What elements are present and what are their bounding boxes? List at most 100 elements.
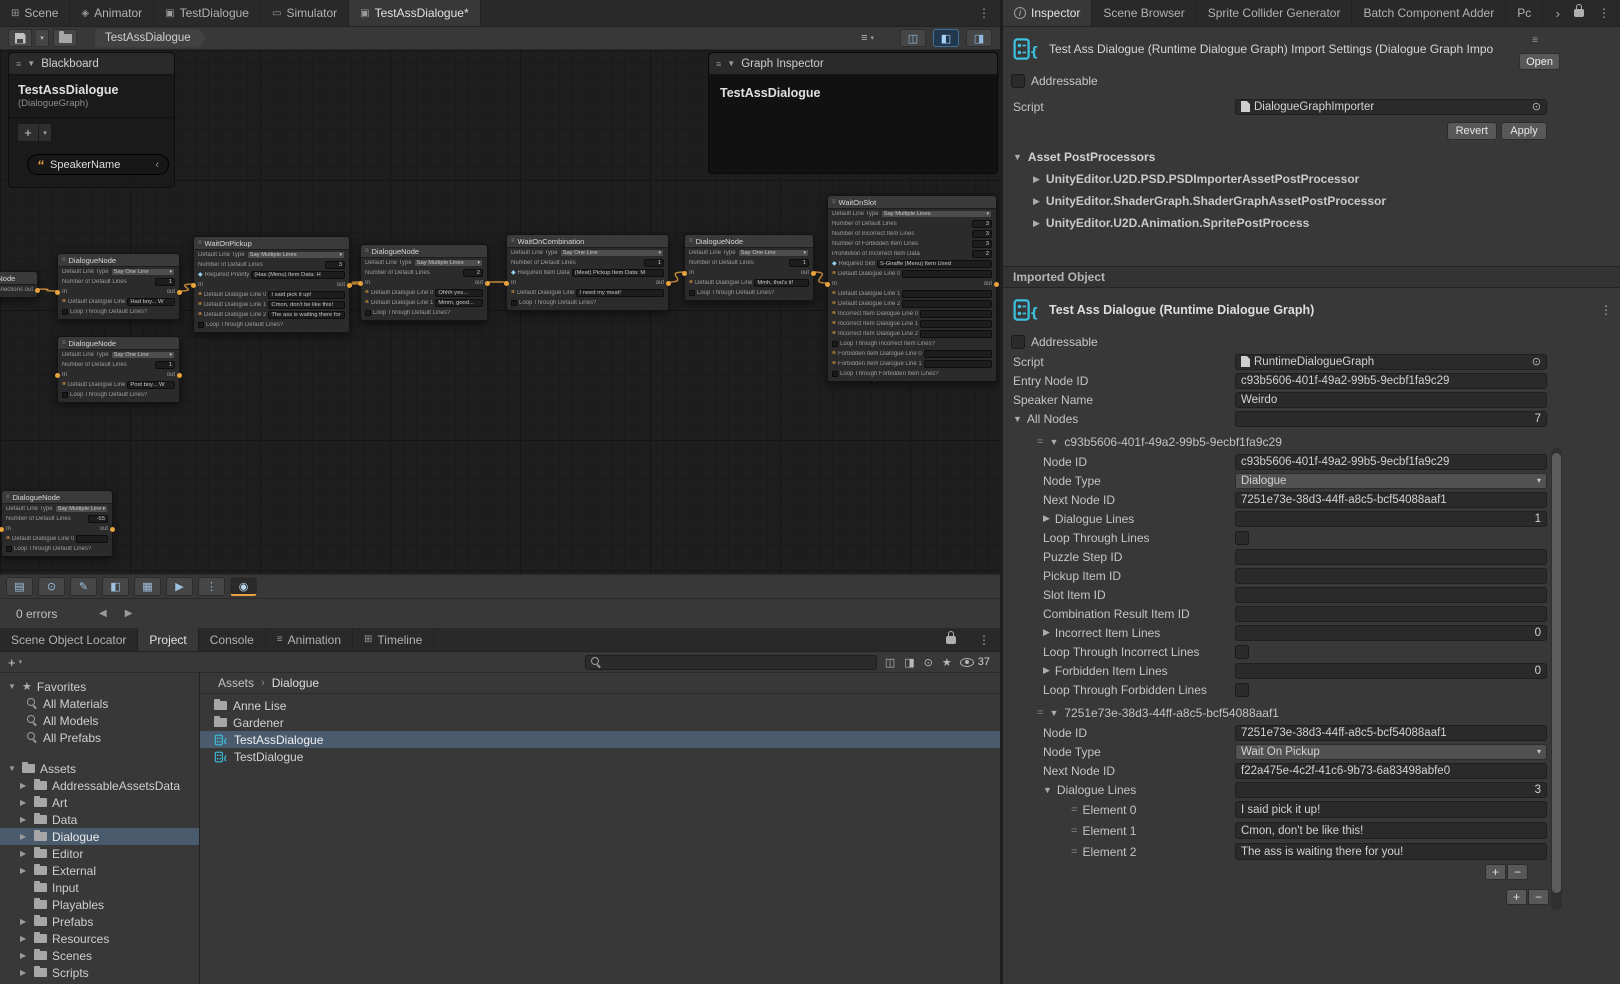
asset-gardener[interactable]: Gardener [200,714,1000,731]
text-field[interactable] [1235,587,1547,603]
scrollbar[interactable] [1551,448,1562,910]
node-menu-icon[interactable]: ≡ [6,494,10,500]
postprocessors-foldout[interactable]: ▼ Asset PostProcessors [1003,146,1620,168]
checkbox[interactable] [62,309,68,315]
script-object-field[interactable]: DialogueGraphImporter ⊙ [1235,99,1547,115]
node-text-field[interactable] [902,300,992,308]
folder-item-scripts[interactable]: ▶Scripts [0,964,199,981]
input-port-icon[interactable] [358,281,363,286]
text-field[interactable]: 7251e73e-38d3-44ff-a8c5-bcf54088aaf1 [1235,492,1547,508]
foldout-arrow-icon[interactable]: ▼ [1013,414,1022,424]
add-element-button[interactable]: + [1506,889,1527,905]
node-menu-icon[interactable]: ≡ [511,238,515,244]
checkbox[interactable] [1235,531,1249,545]
node-text-field[interactable]: Ohhh yes... [435,289,483,297]
asset-testdialogue[interactable]: {}TestDialogue [200,748,1000,765]
favorite-item-all-materials[interactable]: All Materials [0,695,199,712]
output-port-icon[interactable] [177,290,182,295]
node-menu-icon[interactable]: ≡ [832,199,836,205]
text-field[interactable]: c93b5606-401f-49a2-99b5-9ecbf1fa9c29 [1235,373,1547,389]
node-dropdown[interactable]: Say Multiple Lines▾ [881,210,992,218]
graph-node-dialoguenode[interactable]: ≡DialogueNodeDefault Line TypeSay One Li… [57,336,180,403]
tab-bar-menu-icon[interactable]: ⋮ [968,0,1000,26]
node-text-field[interactable]: Mmh, that's it! [754,279,809,287]
window-icon[interactable]: ◧ [102,577,129,596]
expand-property-icon[interactable]: ‹ [155,159,159,171]
checkbox[interactable] [832,371,838,377]
node-dropdown[interactable]: Say Multiple Lines▾ [55,505,108,513]
text-field[interactable] [1235,568,1547,584]
drag-handle-icon[interactable]: = [1071,846,1077,858]
asset-testassdialogue[interactable]: {}TestAssDialogue [200,731,1000,748]
postprocessor-unityeditor-u2d-animation-spritepostprocess[interactable]: ▶UnityEditor.U2D.Animation.SpritePostPro… [1003,212,1620,234]
favorites-section[interactable]: ▼ ★ Favorites [0,678,199,695]
graph-inspector-header[interactable]: ≡ ▼ Graph Inspector [709,53,997,75]
node-menu-icon[interactable]: ≡ [198,240,202,246]
folder-item-playables[interactable]: Playables [0,896,199,913]
info-view-icon[interactable]: ⊙ [38,577,65,596]
minimap-toggle-icon[interactable]: ◫ [900,29,926,47]
node-group-c93b5606-401f-49a2-99b5-9ecbf1fa9c29[interactable]: =▼c93b5606-401f-49a2-99b5-9ecbf1fa9c29 [1003,432,1620,452]
foldout-arrow-icon[interactable]: ▶ [20,917,29,926]
add-property-dropdown[interactable]: ▾ [39,123,52,142]
graph-canvas[interactable]: ≡StartNodeNext Node Connections out≡Dial… [0,50,1000,574]
asset-anne-lise[interactable]: Anne Lise [200,697,1000,714]
graph-breadcrumb[interactable]: TestAssDialogue [95,29,207,48]
checkbox[interactable] [1235,645,1249,659]
input-port-icon[interactable] [55,373,60,378]
drag-handle-icon[interactable]: = [1037,436,1043,448]
node-text-field[interactable] [76,535,108,543]
object-field[interactable]: RuntimeDialogueGraph⊙ [1235,354,1547,370]
node-dropdown[interactable]: Say One Line▾ [111,351,175,359]
input-port-icon[interactable] [55,290,60,295]
node-dropdown[interactable]: Say One Line▾ [560,249,664,257]
input-port-icon[interactable] [825,282,830,287]
input-port-icon[interactable] [0,527,4,532]
array-size-field[interactable]: 1 [1235,511,1547,527]
graph-node-dialoguenode[interactable]: ≡DialogueNodeDefault Line TypeSay One Li… [684,234,814,301]
editor-tab-testassdialogue[interactable]: ▣TestAssDialogue* [349,0,481,26]
node-int-field[interactable]: 1 [789,259,809,267]
output-port-icon[interactable] [666,281,671,286]
output-port-icon[interactable] [347,283,352,288]
text-field[interactable]: f22a475e-4c2f-41c6-9b73-6a83498abfe0 [1235,763,1547,779]
checkbox[interactable] [6,546,12,552]
layers-icon[interactable]: ▦ [134,577,161,596]
more-options-icon[interactable]: ⋮ [198,577,225,596]
text-field[interactable]: The ass is waiting there for you! [1235,843,1547,860]
foldout-arrow-icon[interactable]: ▶ [20,815,29,824]
folder-item-external[interactable]: ▶External [0,862,199,879]
node-text-field[interactable] [924,360,992,368]
blackboard-toggle-icon[interactable]: ◨ [966,29,992,47]
drag-handle-icon[interactable]: = [1037,707,1043,719]
remove-element-button[interactable]: − [1507,864,1528,880]
list-view-icon[interactable]: ▤ [6,577,33,596]
output-port-icon[interactable] [35,288,40,293]
array-size-field[interactable]: 0 [1235,663,1547,679]
show-in-project-button[interactable] [53,29,77,47]
node-text-field[interactable]: I said pick it up! [268,291,345,299]
foldout-arrow-icon[interactable]: ▶ [20,832,29,841]
editor-tab-animator[interactable]: ◈Animator [70,0,154,26]
addressable-checkbox[interactable] [1011,74,1025,88]
node-text-field[interactable]: Cmon, don't be like this! [268,301,345,309]
debug-toggle-icon[interactable]: ◉ [230,577,257,596]
text-field[interactable]: c93b5606-401f-49a2-99b5-9ecbf1fa9c29 [1235,454,1547,470]
node-int-field[interactable]: 3 [972,230,992,238]
text-field[interactable] [1235,606,1547,622]
node-text-field[interactable] [902,290,992,298]
node-int-field[interactable]: 1 [155,361,175,369]
checkbox[interactable] [1235,683,1249,697]
panel-menu-icon[interactable]: ≡ [716,59,721,69]
array-size-field[interactable]: 0 [1235,625,1547,641]
inspector-tab-batch-component-adder[interactable]: Batch Component Adder [1352,0,1506,26]
node-text-field[interactable]: I need my meat! [576,289,664,297]
editor-tab-scene[interactable]: ⊞Scene [0,0,70,26]
node-text-field[interactable] [920,330,992,338]
editor-tab-simulator[interactable]: ▭Simulator [261,0,349,26]
graph-node-dialoguenode[interactable]: ≡DialogueNodeDefault Line TypeSay One Li… [57,253,180,320]
node-text-field[interactable] [920,310,992,318]
dropdown-field[interactable]: Dialogue▾ [1235,473,1547,489]
context-menu-icon[interactable]: ⋮ [1600,303,1612,317]
folder-item-scenes[interactable]: ▶Scenes [0,947,199,964]
